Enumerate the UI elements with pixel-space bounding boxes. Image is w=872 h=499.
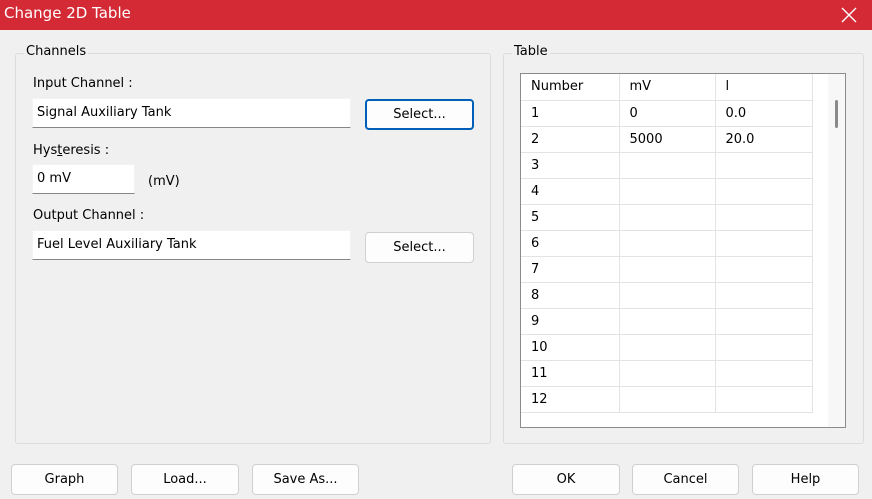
table-cell[interactable] (715, 282, 813, 309)
table-cell[interactable] (715, 256, 813, 283)
close-icon (841, 7, 857, 23)
table-cell[interactable]: 5 (521, 204, 620, 231)
output-channel-field[interactable]: Fuel Level Auxiliary Tank (32, 230, 351, 260)
load-button[interactable]: Load... (131, 464, 239, 495)
table-cell[interactable]: 20.0 (715, 126, 813, 153)
scrollbar-thumb[interactable] (835, 100, 838, 128)
table-cell[interactable]: 10 (521, 334, 620, 361)
table-row[interactable]: 7 (521, 256, 813, 283)
table-scrollbar[interactable] (828, 74, 845, 427)
table-cell[interactable]: 3 (521, 152, 620, 179)
table-cell[interactable] (619, 334, 716, 361)
output-channel-label: Output Channel : (33, 208, 145, 223)
hysteresis-unit: (mV) (148, 174, 180, 189)
channels-legend: Channels (24, 44, 89, 59)
ok-button[interactable]: OK (512, 464, 620, 495)
hysteresis-label-pre: Hys (33, 143, 58, 158)
table-cell[interactable]: 12 (521, 386, 620, 413)
title-bar: Change 2D Table (0, 0, 872, 30)
save-as-button[interactable]: Save As... (252, 464, 359, 495)
table-row[interactable]: 6 (521, 230, 813, 257)
table-cell[interactable] (619, 152, 716, 179)
input-select-button[interactable]: Select... (365, 99, 474, 130)
graph-button[interactable]: Graph (11, 464, 118, 495)
table-row[interactable]: 5 (521, 204, 813, 231)
table-row[interactable]: 4 (521, 178, 813, 205)
table-cell[interactable]: 5000 (619, 126, 716, 153)
table-row[interactable]: 1 0 0.0 (521, 100, 813, 127)
table-cell[interactable] (715, 178, 813, 205)
table-column-header: l (715, 74, 813, 101)
cancel-button[interactable]: Cancel (632, 464, 739, 495)
table-header-row: Number mV l (521, 74, 813, 101)
output-select-button[interactable]: Select... (365, 232, 474, 263)
table-row[interactable]: 11 (521, 360, 813, 387)
table-cell[interactable] (619, 178, 716, 205)
data-table[interactable]: Number mV l 1 0 0.0 2 5000 20.0 3 4 5 6 7 8 9 10 11 12 (520, 73, 846, 428)
table-cell[interactable]: 0 (619, 100, 716, 127)
table-cell[interactable] (619, 230, 716, 257)
table-row[interactable]: 8 (521, 282, 813, 309)
table-cell[interactable] (715, 386, 813, 413)
table-legend: Table (512, 44, 550, 59)
table-cell[interactable]: 1 (521, 100, 620, 127)
input-channel-label: Input Channel : (33, 76, 133, 91)
table-cell[interactable] (619, 204, 716, 231)
table-cell[interactable] (619, 308, 716, 335)
table-cell[interactable] (715, 308, 813, 335)
close-button[interactable] (826, 0, 872, 30)
table-grid: Number mV l 1 0 0.0 2 5000 20.0 3 4 5 6 7 8 9 10 11 12 (521, 74, 813, 413)
hysteresis-field[interactable]: 0 mV (32, 164, 135, 194)
table-cell[interactable] (715, 360, 813, 387)
table-cell[interactable] (619, 360, 716, 387)
table-cell[interactable]: 0.0 (715, 100, 813, 127)
table-row[interactable]: 2 5000 20.0 (521, 126, 813, 153)
table-row[interactable]: 10 (521, 334, 813, 361)
table-row[interactable]: 12 (521, 386, 813, 413)
table-cell[interactable] (619, 256, 716, 283)
table-cell[interactable] (715, 230, 813, 257)
table-row[interactable]: 9 (521, 308, 813, 335)
table-cell[interactable]: 9 (521, 308, 620, 335)
input-channel-field[interactable]: Signal Auxiliary Tank (32, 98, 351, 128)
table-cell[interactable]: 2 (521, 126, 620, 153)
hysteresis-label-post: eresis : (62, 143, 110, 158)
table-cell[interactable]: 8 (521, 282, 620, 309)
table-cell[interactable] (619, 282, 716, 309)
table-cell[interactable]: 6 (521, 230, 620, 257)
table-cell[interactable] (715, 204, 813, 231)
table-cell[interactable] (715, 334, 813, 361)
table-column-header: Number (521, 74, 620, 101)
table-cell[interactable]: 4 (521, 178, 620, 205)
help-button[interactable]: Help (752, 464, 859, 495)
hysteresis-label: Hysteresis : (33, 143, 109, 158)
table-cell[interactable] (619, 386, 716, 413)
table-row[interactable]: 3 (521, 152, 813, 179)
window-title: Change 2D Table (4, 4, 131, 22)
table-cell[interactable] (715, 152, 813, 179)
table-cell[interactable]: 7 (521, 256, 620, 283)
table-cell[interactable]: 11 (521, 360, 620, 387)
table-column-header: mV (619, 74, 716, 101)
